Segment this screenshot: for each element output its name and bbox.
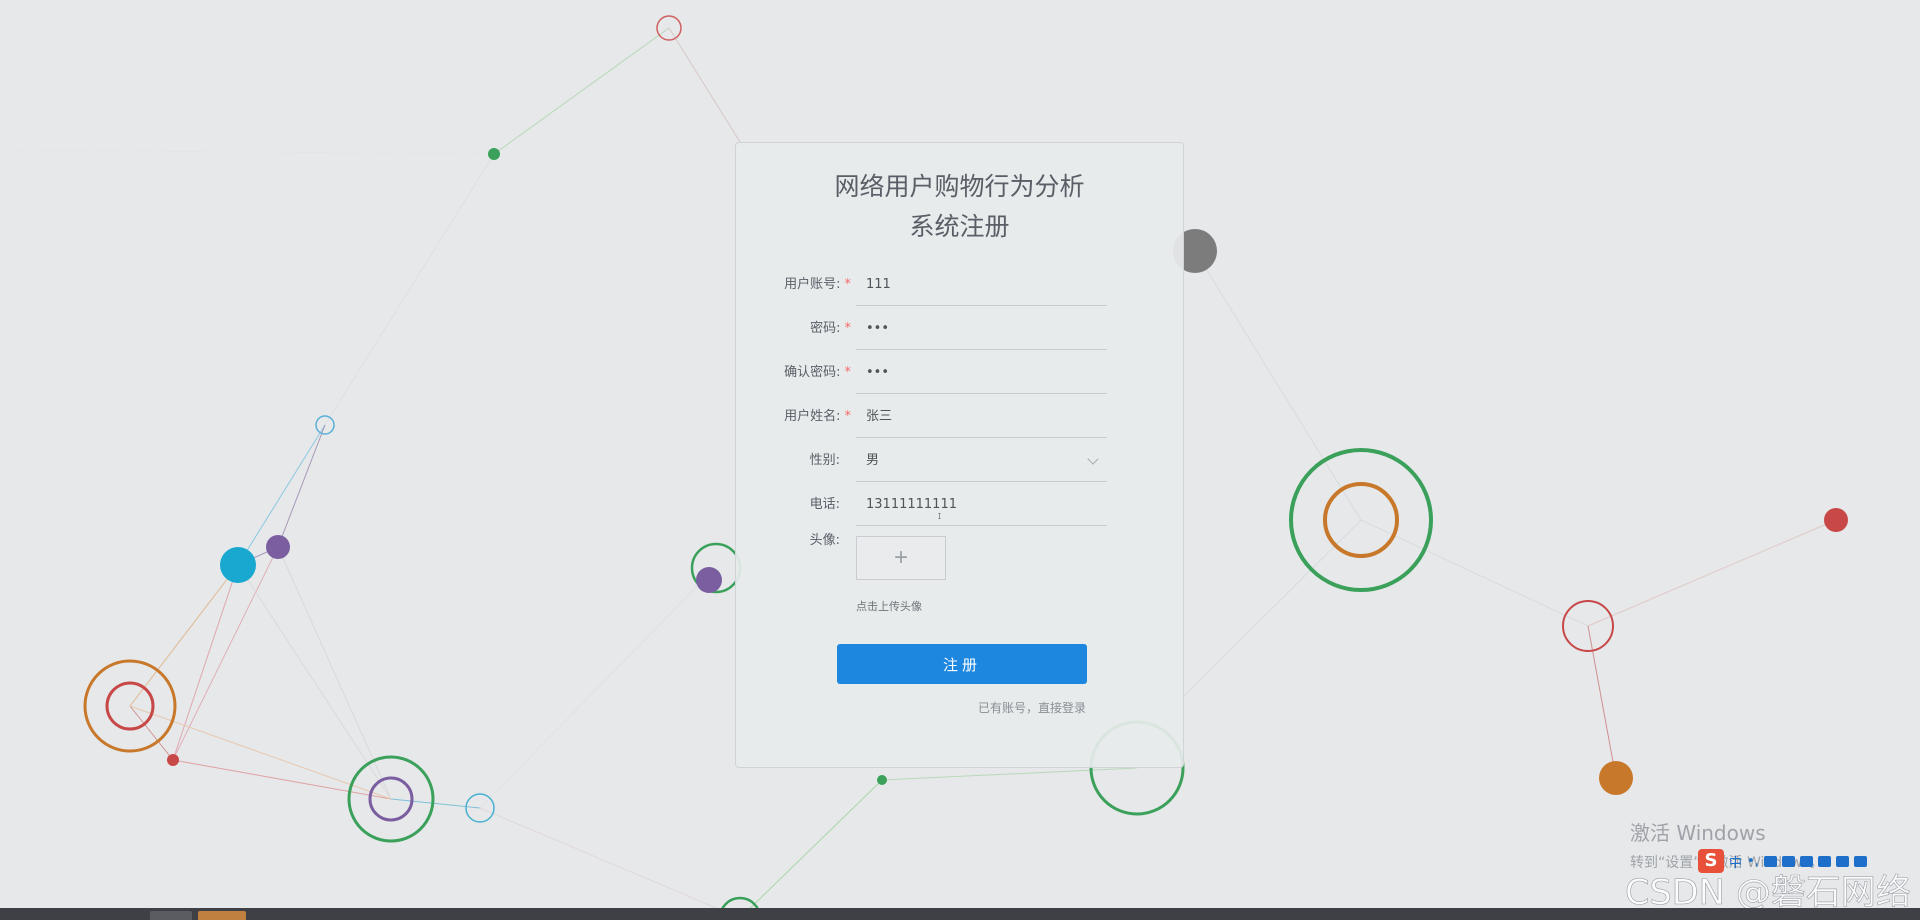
node xyxy=(1599,761,1633,795)
required-mark: * xyxy=(844,277,852,292)
gender-select-value: 男 xyxy=(866,453,880,468)
account-input[interactable]: 111 xyxy=(856,263,1107,306)
node xyxy=(167,754,179,766)
title-line-2: 系统注册 xyxy=(909,212,1010,241)
password-label: 密码: * xyxy=(810,321,852,336)
text-cursor-icon xyxy=(938,513,941,519)
form-row-name: 用户姓名: * 张三 xyxy=(736,395,1183,439)
node xyxy=(220,547,256,583)
form-row-avatar: 头像: xyxy=(736,527,1183,571)
taskbar-item[interactable] xyxy=(198,911,246,920)
form-row-password: 密码: * ••• xyxy=(736,307,1183,351)
taskbar-strip xyxy=(0,908,1920,920)
avatar-label: 头像: xyxy=(809,533,840,548)
confirm-password-label: 确认密码: * xyxy=(784,365,852,380)
phone-label: 电话: xyxy=(809,497,840,512)
form-row-confirm-password: 确认密码: * ••• xyxy=(736,351,1183,395)
title-line-1: 网络用户购物行为分析 xyxy=(834,172,1085,201)
required-mark: * xyxy=(844,409,852,424)
watermark-title: 激活 Windows xyxy=(1630,821,1766,845)
chevron-down-icon xyxy=(1087,453,1099,465)
node xyxy=(266,535,290,559)
gender-label: 性别: xyxy=(809,453,840,468)
name-label: 用户姓名: * xyxy=(784,409,852,424)
phone-input[interactable]: 13111111111 xyxy=(856,483,1107,526)
confirm-password-input[interactable]: ••• xyxy=(856,351,1107,394)
plus-icon: + xyxy=(893,544,908,571)
node xyxy=(488,148,500,160)
node xyxy=(877,775,887,785)
register-panel: 网络用户购物行为分析 系统注册 用户账号: * 111 密码: * ••• 确认密码… xyxy=(735,142,1184,768)
form-row-phone: 电话: 13111111111 xyxy=(736,483,1183,527)
taskbar-item[interactable] xyxy=(150,911,192,920)
gender-select[interactable]: 男 xyxy=(856,439,1107,482)
password-input[interactable]: ••• xyxy=(856,307,1107,350)
node xyxy=(696,567,722,593)
avatar-upload-hint[interactable]: 点击上传头像 xyxy=(856,598,922,614)
login-link[interactable]: 已有账号，直接登录 xyxy=(978,699,1086,716)
form-row-account: 用户账号: * 111 xyxy=(736,263,1183,307)
account-label: 用户账号: * xyxy=(784,277,852,292)
required-mark: * xyxy=(844,321,852,336)
form-row-gender: 性别: 男 xyxy=(736,439,1183,483)
register-button[interactable]: 注册 xyxy=(837,644,1087,684)
name-input[interactable]: 张三 xyxy=(856,395,1107,438)
required-mark: * xyxy=(844,365,852,380)
avatar-upload-button[interactable]: + xyxy=(856,536,946,580)
page-title: 网络用户购物行为分析 系统注册 xyxy=(736,167,1183,247)
node xyxy=(1824,508,1848,532)
